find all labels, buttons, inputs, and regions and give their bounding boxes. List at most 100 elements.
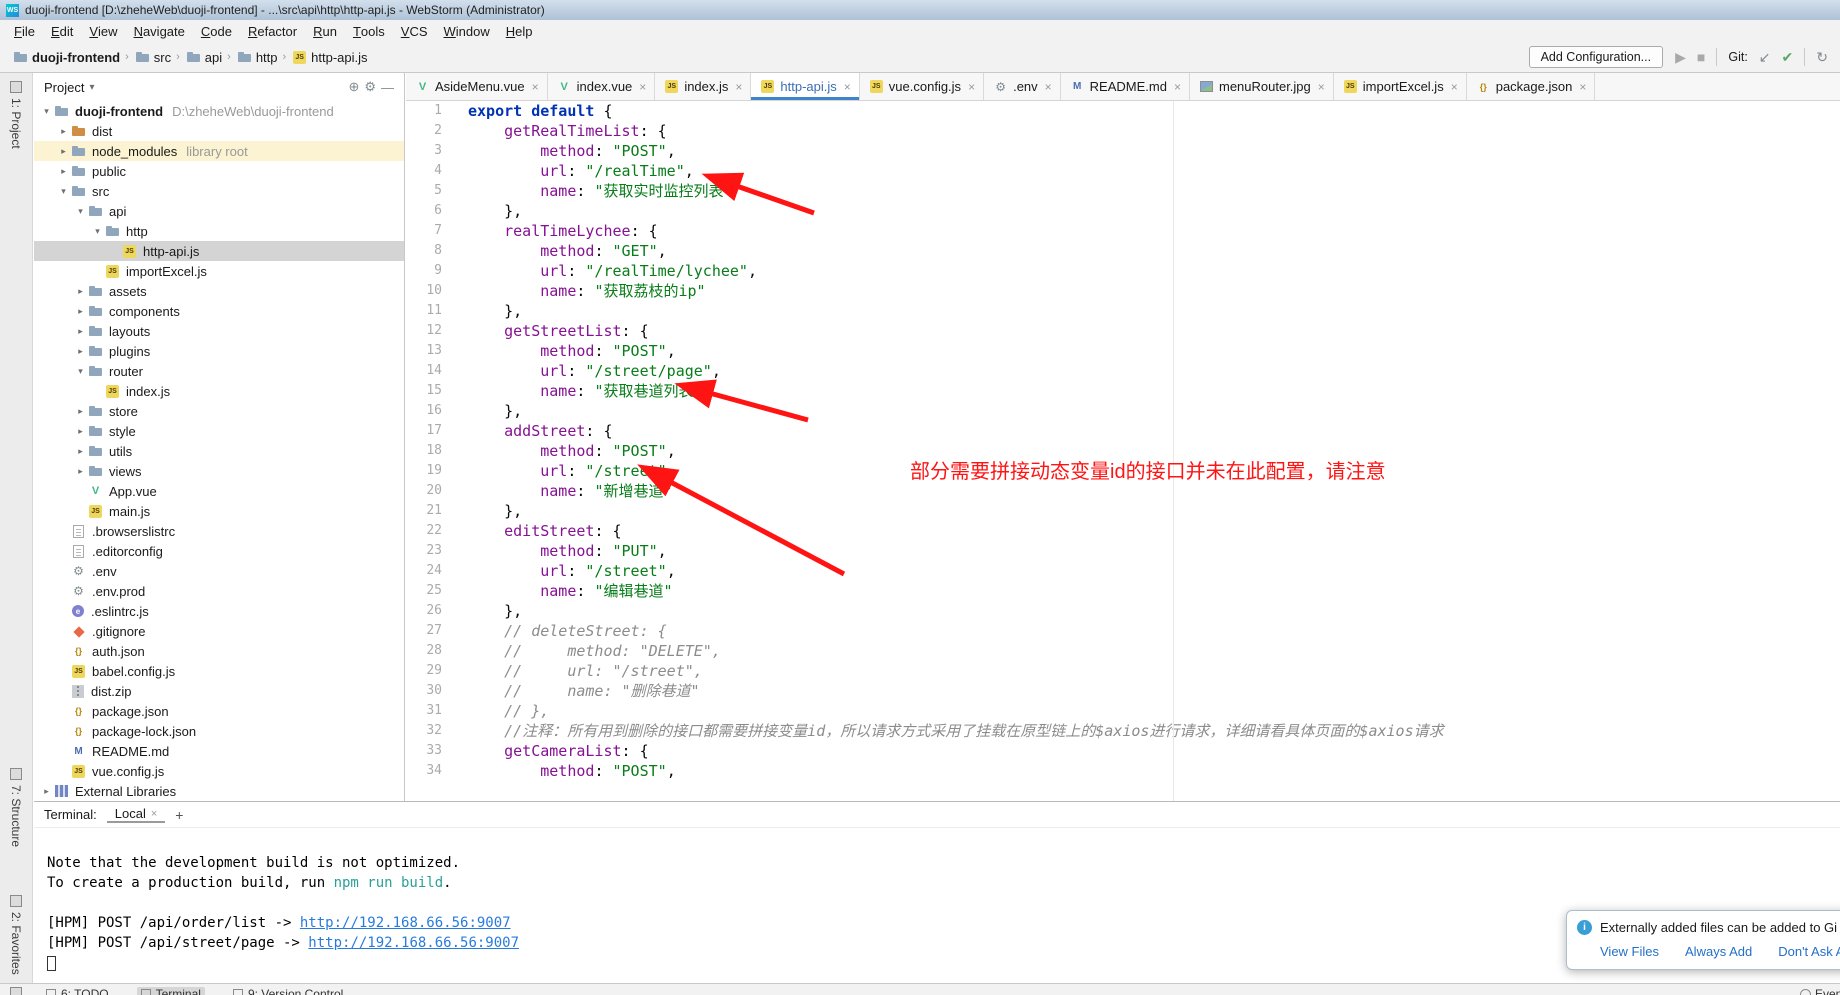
tool-button-favorites[interactable]: 2: Favorites [9,895,23,975]
tab-close-icon[interactable]: × [1579,80,1586,94]
code-line[interactable]: 5 name: "获取实时监控列表" [406,181,1840,201]
tree-item-importExcel.js[interactable]: JSimportExcel.js [34,261,404,281]
code-line[interactable]: 32 //注释：所有用到删除的接口都需要拼接变量id，所以请求方式采用了挂载在原… [406,721,1840,741]
menu-window[interactable]: Window [436,20,498,42]
stop-icon[interactable]: ■ [1697,50,1705,64]
code-line[interactable]: 20 name: "新增巷道" [406,481,1840,501]
tree-item-auth.json[interactable]: {}auth.json [34,641,404,661]
tab-index.vue[interactable]: Vindex.vue× [548,73,656,100]
code-line[interactable]: 7 realTimeLychee: { [406,221,1840,241]
tree-item-.eslintrc.js[interactable]: e.eslintrc.js [34,601,404,621]
expand-arrow-icon[interactable]: ▸ [74,306,87,317]
tree-item-components[interactable]: ▸components [34,301,404,321]
code-line[interactable]: 8 method: "GET", [406,241,1840,261]
run-icon[interactable]: ▶ [1675,50,1686,64]
expand-arrow-icon[interactable]: ▸ [74,466,87,477]
tree-item-style[interactable]: ▸style [34,421,404,441]
tab-close-icon[interactable]: × [532,80,539,94]
tree-item-App.vue[interactable]: VApp.vue [34,481,404,501]
hide-panel-icon[interactable]: — [381,80,394,95]
menu-navigate[interactable]: Navigate [126,20,193,42]
tab-close-icon[interactable]: × [735,80,742,94]
tab-menuRouter.jpg[interactable]: menuRouter.jpg× [1190,73,1334,100]
tree-item-store[interactable]: ▸store [34,401,404,421]
tab-close-icon[interactable]: × [1451,80,1458,94]
tree-item-README.md[interactable]: MREADME.md [34,741,404,761]
code-line[interactable]: 16 }, [406,401,1840,421]
tree-item-package.json[interactable]: {}package.json [34,701,404,721]
tab-README.md[interactable]: MREADME.md× [1061,73,1190,100]
code-line[interactable]: 10 name: "获取荔枝的ip" [406,281,1840,301]
code-line[interactable]: 23 method: "PUT", [406,541,1840,561]
breadcrumb-item-api[interactable]: api [185,49,222,65]
expand-arrow-icon[interactable]: ▸ [74,326,87,337]
tree-item-.browserslistrc[interactable]: .browserslistrc [34,521,404,541]
tool-button-project[interactable]: 1: Project [9,81,23,149]
tree-item-.env.prod[interactable]: ⚙.env.prod [34,581,404,601]
menu-file[interactable]: File [6,20,43,42]
git-commit-icon[interactable]: ✔ [1782,50,1794,64]
code-line[interactable]: 30 // name: "删除巷道" [406,681,1840,701]
code-line[interactable]: 11 }, [406,301,1840,321]
breadcrumb-item-http-api.js[interactable]: JShttp-api.js [291,50,367,65]
expand-arrow-icon[interactable]: ▸ [74,286,87,297]
tab-close-icon[interactable]: × [968,80,975,94]
history-icon[interactable]: ↻ [1816,50,1828,64]
expand-arrow-icon[interactable]: ▸ [74,406,87,417]
tree-item-index.js[interactable]: JSindex.js [34,381,404,401]
code-line[interactable]: 2 getRealTimeList: { [406,121,1840,141]
code-line[interactable]: 26 }, [406,601,1840,621]
tree-item-src[interactable]: ▾src [34,181,404,201]
tree-item-api[interactable]: ▾api [34,201,404,221]
tree-item-dist.zip[interactable]: dist.zip [34,681,404,701]
tab-.env[interactable]: ⚙.env× [984,73,1061,100]
code-line[interactable]: 25 name: "编辑巷道" [406,581,1840,601]
menu-refactor[interactable]: Refactor [240,20,305,42]
code-line[interactable]: 12 getStreetList: { [406,321,1840,341]
breadcrumb-item-duoji-frontend[interactable]: duoji-frontend [12,49,120,65]
code-line[interactable]: 29 // url: "/street", [406,661,1840,681]
tree-item-dist[interactable]: ▸dist [34,121,404,141]
tree-item-http[interactable]: ▾http [34,221,404,241]
breadcrumb-item-src[interactable]: src [134,49,171,65]
notification-action-always-add[interactable]: Always Add [1685,944,1752,959]
tree-item-assets[interactable]: ▸assets [34,281,404,301]
tree-item-main.js[interactable]: JSmain.js [34,501,404,521]
terminal-link[interactable]: http://192.168.66.56:9007 [300,915,511,931]
code-line[interactable]: 4 url: "/realTime", [406,161,1840,181]
git-update-icon[interactable]: ↙ [1759,50,1771,64]
notification-action-don-t-ask-agai[interactable]: Don't Ask Agai [1778,944,1840,959]
terminal-tab-Local[interactable]: Local× [107,806,166,823]
tab-importExcel.js[interactable]: JSimportExcel.js× [1334,73,1467,100]
terminal-link[interactable]: http://192.168.66.56:9007 [308,935,519,951]
tree-item-layouts[interactable]: ▸layouts [34,321,404,341]
tab-http-api.js[interactable]: JShttp-api.js× [751,73,859,100]
code-line[interactable]: 9 url: "/realTime/lychee", [406,261,1840,281]
editor[interactable]: 1export default {2 getRealTimeList: {3 m… [406,101,1840,801]
expand-arrow-icon[interactable]: ▸ [74,346,87,357]
project-panel-title[interactable]: Project [44,80,84,95]
statusbar-9-version-control[interactable]: 9: Version Control [229,987,347,995]
tree-item-http-api.js[interactable]: JShttp-api.js [34,241,404,261]
tab-vue.config.js[interactable]: JSvue.config.js× [860,73,984,100]
tree-item-views[interactable]: ▸views [34,461,404,481]
tab-close-icon[interactable]: × [1318,80,1325,94]
menu-tools[interactable]: Tools [345,20,393,42]
code-line[interactable]: 34 method: "POST", [406,761,1840,781]
expand-arrow-icon[interactable]: ▸ [57,146,70,157]
terminal-tab-close-icon[interactable]: × [151,808,157,820]
tab-close-icon[interactable]: × [1174,80,1181,94]
code-line[interactable]: 33 getCameraList: { [406,741,1840,761]
menu-code[interactable]: Code [193,20,240,42]
notification-action-view-files[interactable]: View Files [1600,944,1659,959]
code-line[interactable]: 13 method: "POST", [406,341,1840,361]
gear-icon[interactable]: ⚙ [364,79,376,95]
code-line[interactable]: 17 addStreet: { [406,421,1840,441]
code-line[interactable]: 22 editStreet: { [406,521,1840,541]
tab-close-icon[interactable]: × [639,80,646,94]
expand-arrow-icon[interactable]: ▸ [57,166,70,177]
tree-item-.env[interactable]: ⚙.env [34,561,404,581]
menu-vcs[interactable]: VCS [393,20,436,42]
tree-item-.gitignore[interactable]: .gitignore [34,621,404,641]
expand-arrow-icon[interactable]: ▸ [57,126,70,137]
